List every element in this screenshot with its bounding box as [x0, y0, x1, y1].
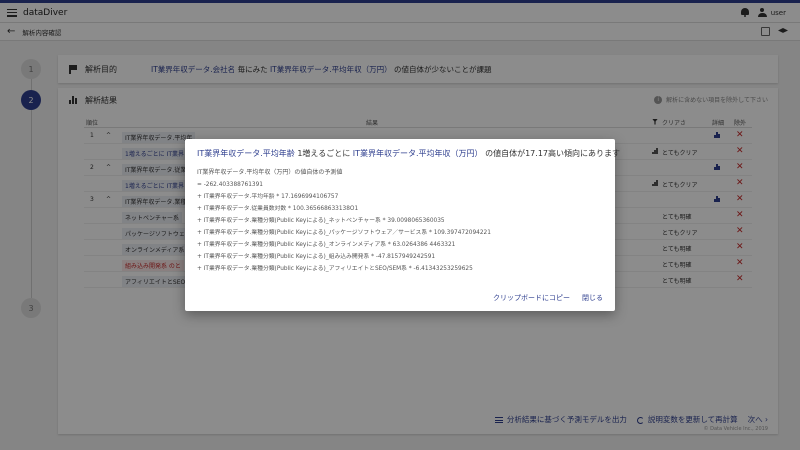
- dialog-title-suffix: の値自体が17.17高い傾向にあります: [485, 149, 620, 158]
- dialog-subtitle: IT業界年収データ.平均年収（万円）の値自体の予測値: [197, 169, 343, 176]
- formula-term: = -262.403388761391: [197, 182, 263, 188]
- close-button[interactable]: 閉じる: [582, 293, 603, 303]
- formula-term: + IT業界年収データ.従業員数対数 * 100.365668633138O1: [197, 206, 359, 212]
- dialog-title-mid: 1増えるごとに: [297, 149, 351, 158]
- dialog-title-target: IT業界年収データ.平均年収（万円）: [352, 149, 483, 158]
- dialog-title: IT業界年収データ.平均年齢 1増えるごとに IT業界年収データ.平均年収（万円…: [197, 148, 620, 159]
- formula-term: + IT業界年収データ.業種分類(Public Keyによる)_アフィリエイトと…: [197, 266, 473, 272]
- formula-term: + IT業界年収データ.業種分類(Public Keyによる)_オンラインメディ…: [197, 242, 456, 248]
- prediction-formula-dialog: IT業界年収データ.平均年齢 1増えるごとに IT業界年収データ.平均年収（万円…: [185, 139, 620, 311]
- formula-term: + IT業界年収データ.平均年齢 * 17.1696994106757: [197, 194, 339, 200]
- formula-term: + IT業界年収データ.業種分類(Public Keyによる)_パッケージソフト…: [197, 230, 491, 236]
- dialog-title-variable: IT業界年収データ.平均年齢: [197, 149, 295, 158]
- copy-to-clipboard-button[interactable]: クリップボードにコピー: [493, 293, 570, 303]
- formula-terms: = -262.403388761391 + IT業界年収データ.平均年齢 * 1…: [197, 179, 491, 275]
- formula-term: + IT業界年収データ.業種分類(Public Keyによる)_ネットベンチャー…: [197, 218, 445, 224]
- formula-term: + IT業界年収データ.業種分類(Public Keyによる)_組み込み開発系 …: [197, 254, 436, 260]
